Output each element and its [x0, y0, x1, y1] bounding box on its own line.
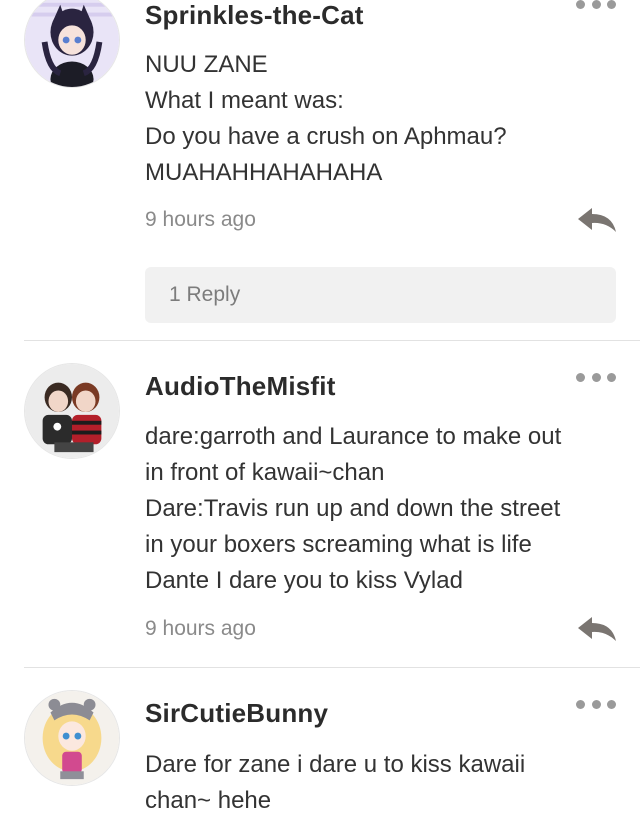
- avatar[interactable]: [24, 690, 120, 786]
- more-dots-icon: [576, 699, 585, 709]
- comment-line: Dare for zane i dare u to kiss kawaii: [145, 751, 526, 778]
- reply-button[interactable]: [576, 615, 618, 643]
- more-dots-icon: [576, 0, 585, 9]
- reply-arrow-icon: [578, 617, 616, 641]
- username[interactable]: AudioTheMisfit: [145, 371, 336, 402]
- comment-card: SirCutieBunny Dare for zane i dare u to …: [0, 668, 640, 818]
- comment-line: chan~ hehe: [145, 787, 272, 814]
- avatar[interactable]: [24, 0, 120, 88]
- comment-line: Dare:Travis run up and down the street: [145, 495, 561, 522]
- more-options-button[interactable]: [576, 0, 616, 14]
- reply-button[interactable]: [576, 206, 618, 234]
- view-replies-button[interactable]: 1 Reply: [145, 267, 616, 323]
- replies-count: 1 Reply: [169, 283, 241, 306]
- comment-card: Sprinkles-the-Cat NUU ZANE What I meant …: [0, 0, 640, 340]
- more-dots-icon: [576, 372, 585, 382]
- username[interactable]: SirCutieBunny: [145, 698, 328, 729]
- username[interactable]: Sprinkles-the-Cat: [145, 0, 364, 31]
- comment-body: NUU ZANE What I meant was: Do you have a…: [145, 47, 615, 191]
- comment-body: Dare for zane i dare u to kiss kawaii ch…: [145, 747, 615, 818]
- comment-card: AudioTheMisfit dare:garroth and Laurance…: [0, 341, 640, 667]
- comment-body: dare:garroth and Laurance to make out in…: [145, 419, 615, 599]
- comment-line: What I meant was:: [145, 87, 344, 114]
- more-options-button[interactable]: [576, 694, 616, 714]
- avatar[interactable]: [24, 363, 120, 459]
- more-options-button[interactable]: [576, 367, 616, 387]
- comment-line: Do you have a crush on Aphmau?: [145, 123, 507, 150]
- comment-line: NUU ZANE: [145, 51, 268, 78]
- comment-line: Dante I dare you to kiss Vylad: [145, 567, 463, 594]
- comment-line: dare:garroth and Laurance to make out: [145, 423, 562, 450]
- comment-line: MUAHAHHAHAHAHA: [145, 159, 383, 186]
- timestamp: 9 hours ago: [145, 617, 256, 640]
- comment-line: in your boxers screaming what is life: [145, 531, 532, 558]
- timestamp: 9 hours ago: [145, 208, 256, 231]
- reply-arrow-icon: [578, 208, 616, 232]
- comment-line: in front of kawaii~chan: [145, 459, 385, 486]
